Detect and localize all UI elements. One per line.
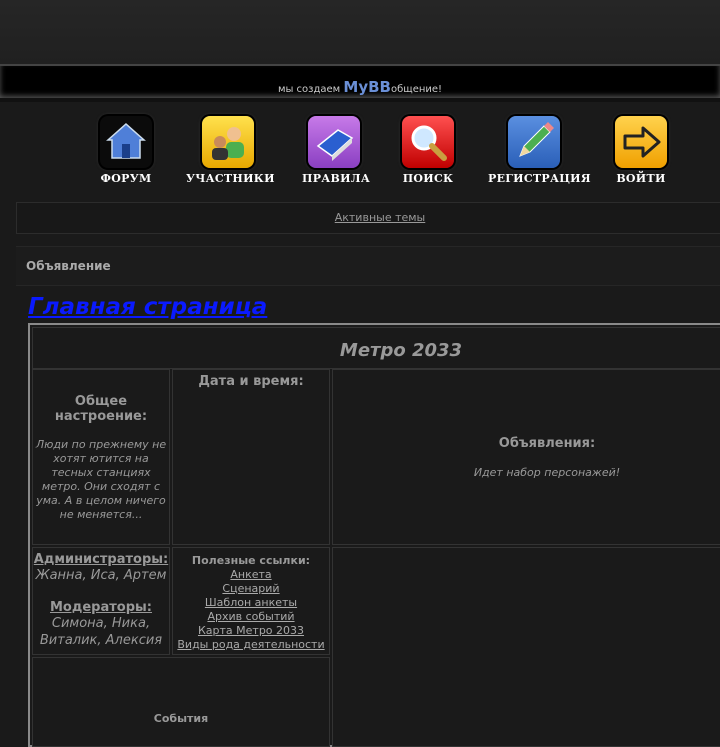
link-scenario[interactable]: Сценарий (173, 582, 329, 596)
divider (0, 98, 720, 102)
login-arrow-icon[interactable] (615, 116, 667, 168)
header-bar (0, 0, 720, 66)
active-topics-link[interactable]: Активные темы (17, 211, 720, 224)
staff-cell: Администраторы: Жанна, Иса, Артем Модера… (32, 547, 170, 655)
nav-search[interactable]: ПОИСК (396, 116, 460, 185)
mood-title: Общее настроение: (54, 394, 148, 424)
link-map[interactable]: Карта Метро 2033 (173, 624, 329, 638)
nav-register[interactable]: РЕГИСТРАЦИЯ (488, 116, 591, 185)
mood-text: Люди по прежнему не хотят ютится на тесн… (35, 438, 167, 521)
home-icon[interactable] (100, 116, 152, 168)
datetime-cell: Дата и время: (172, 369, 330, 545)
nav-label: ПРАВИЛА (302, 172, 371, 185)
active-topics-bar: Активные темы (16, 202, 720, 234)
search-icon[interactable] (402, 116, 454, 168)
admins-list: Жанна, Иса, Артем (35, 568, 167, 583)
mods-list-1: Симона, Ника, (51, 616, 151, 631)
table-title-cell: Метро 2033 (32, 327, 720, 369)
nav-users[interactable]: УЧАСТНИКИ (186, 116, 274, 185)
empty-cell (332, 547, 720, 747)
book-icon[interactable] (308, 116, 360, 168)
ads-cell: Объявления: Идет набор персонажей! (332, 369, 720, 545)
nav-rules[interactable]: ПРАВИЛА (302, 116, 370, 185)
nav-forum[interactable]: ФОРУМ (94, 116, 158, 185)
announcement-header: Объявление (16, 246, 720, 286)
datetime-title: Дата и время: (198, 374, 304, 389)
pencil-icon[interactable] (508, 116, 560, 168)
nav-label: ФОРУМ (100, 172, 152, 185)
mybb-banner[interactable]: мы создаем MyBBобщение! (0, 64, 720, 100)
main-page-link[interactable]: Главная страница (28, 294, 267, 320)
ads-title: Объявления: (498, 436, 596, 451)
link-template[interactable]: Шаблон анкеты (173, 596, 329, 610)
link-anketa[interactable]: Анкета (173, 568, 329, 582)
nav-label: ПОИСК (402, 172, 454, 185)
link-activities[interactable]: Виды рода деятельности (173, 638, 329, 652)
mood-cell: Общее настроение: Люди по прежнему не хо… (32, 369, 170, 545)
banner-prefix: мы создаем (277, 84, 341, 95)
nav-label: ВОЙТИ (616, 172, 666, 185)
ads-text: Идет набор персонажей! (473, 466, 621, 479)
events-cell: События (32, 657, 330, 747)
admins-title[interactable]: Администраторы: (33, 552, 169, 567)
users-icon[interactable] (202, 116, 254, 168)
mods-title[interactable]: Модераторы: (33, 600, 169, 615)
nav-login[interactable]: ВОЙТИ (606, 116, 676, 185)
nav-label: УЧАСТНИКИ (186, 172, 275, 185)
links-title: Полезные ссылки: (191, 554, 311, 567)
banner-suffix: общение! (391, 84, 443, 95)
mods-list-2: Виталик, Алексия (39, 633, 163, 648)
info-table: Метро 2033 Общее настроение: Люди по пре… (28, 323, 720, 747)
events-title: События (153, 712, 209, 725)
mybb-logo[interactable]: MyBB (343, 78, 391, 96)
announcement-title: Объявление (26, 259, 111, 273)
link-archive[interactable]: Архив событий (173, 610, 329, 624)
main-nav: ФОРУМ УЧАСТНИКИ ПРАВИЛА ПОИСК РЕГИСТРАЦИ… (90, 116, 690, 186)
metro-title: Метро 2033 (339, 340, 463, 361)
nav-label: РЕГИСТРАЦИЯ (488, 172, 591, 185)
links-cell: Полезные ссылки: Анкета Сценарий Шаблон … (172, 547, 330, 655)
